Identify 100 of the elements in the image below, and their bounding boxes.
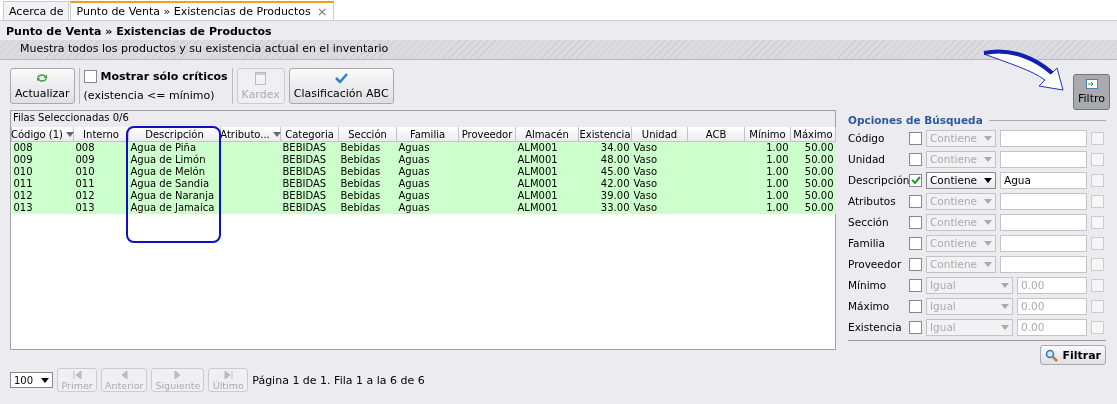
checkbox[interactable] xyxy=(909,299,922,313)
checkbox[interactable] xyxy=(1091,173,1104,187)
checkbox[interactable] xyxy=(1091,299,1104,313)
field-label: Mínimo xyxy=(848,279,888,291)
field-label: Atributos xyxy=(848,195,897,207)
table-cell: Vaso xyxy=(631,178,688,190)
dropdown-icon xyxy=(1001,282,1009,288)
checkbox[interactable] xyxy=(909,215,922,229)
table-cell: 012 xyxy=(73,190,129,202)
table-cell: Aguas xyxy=(396,178,459,190)
dropdown-icon xyxy=(984,219,992,225)
abc-classification-button[interactable]: Clasificación ABC xyxy=(288,68,394,104)
column-header[interactable]: Mínimo xyxy=(744,127,791,142)
checkbox[interactable] xyxy=(909,152,922,166)
table-cell: ALM001 xyxy=(515,166,579,178)
table-cell: Bebidas xyxy=(338,190,397,202)
column-header[interactable]: Proveedor xyxy=(458,127,516,142)
page-status: Página 1 de 1. Fila 1 a la 6 de 6 xyxy=(252,373,425,387)
filter-apply-button[interactable]: Filtrar xyxy=(1040,345,1106,365)
table-cell: 1.00 xyxy=(744,166,791,178)
table-cell: Aguas xyxy=(396,190,459,202)
dropdown-icon xyxy=(272,131,281,137)
column-header[interactable]: Máximo xyxy=(790,127,836,142)
search-icon xyxy=(1045,348,1059,362)
column-header[interactable]: Almacén xyxy=(515,127,579,142)
table-cell: 011 xyxy=(11,178,74,190)
checkbox[interactable] xyxy=(909,278,922,292)
checkbox[interactable] xyxy=(909,131,922,145)
table-cell: 1.00 xyxy=(744,190,791,202)
dropdown-icon xyxy=(984,198,992,204)
table-cell: 009 xyxy=(73,154,129,166)
column-header[interactable]: Existencia xyxy=(578,127,632,142)
checkbox[interactable] xyxy=(1091,257,1104,271)
table-cell: Vaso xyxy=(631,154,688,166)
table-cell: 010 xyxy=(11,166,74,178)
dropdown-icon xyxy=(984,156,992,162)
checkbox[interactable] xyxy=(83,70,97,83)
table-cell: 012 xyxy=(11,190,74,202)
value-field[interactable]: Agua xyxy=(1000,171,1087,189)
dropdown-icon xyxy=(66,131,75,137)
table-cell: Aguas xyxy=(396,166,459,178)
table-cell: Agua de Limón xyxy=(128,154,221,166)
table-cell: 1.00 xyxy=(744,178,791,190)
checkbox[interactable] xyxy=(1091,152,1104,166)
column-header[interactable]: Atributo... xyxy=(220,127,281,142)
column-header[interactable]: Sección xyxy=(338,127,397,142)
dropdown-icon xyxy=(984,240,992,246)
selection-count: Filas Seleccionadas 0/6 xyxy=(11,111,835,127)
page-subtitle: Muestra todos los productos y su existencia actual en el inventario xyxy=(0,40,1117,60)
field-label: Sección xyxy=(848,216,890,228)
checkbox[interactable] xyxy=(909,320,922,334)
checkbox[interactable] xyxy=(1091,131,1104,145)
refresh-icon xyxy=(35,72,50,84)
document-icon xyxy=(255,71,267,85)
column-header[interactable]: Unidad xyxy=(631,127,688,142)
table-cell: Vaso xyxy=(631,166,688,178)
column-header[interactable]: Código (1) xyxy=(11,127,74,142)
checkbox[interactable] xyxy=(909,173,922,187)
dropdown-icon xyxy=(984,261,992,267)
table-cell: 33.00 xyxy=(578,202,632,214)
table-cell: 010 xyxy=(73,166,129,178)
close-icon[interactable]: × xyxy=(316,4,328,19)
table-cell: 013 xyxy=(11,202,74,214)
column-header[interactable]: Familia xyxy=(396,127,459,142)
checkbox[interactable] xyxy=(909,257,922,271)
table-cell: Vaso xyxy=(631,190,688,202)
table-cell: BEBIDAS xyxy=(280,154,339,166)
table-cell: 50.00 xyxy=(790,202,836,214)
checkbox[interactable] xyxy=(909,194,922,208)
table-cell: Bebidas xyxy=(338,154,397,166)
checkbox[interactable] xyxy=(1091,194,1104,208)
checkmark-icon xyxy=(334,72,349,84)
column-header[interactable]: Interno xyxy=(73,127,129,142)
table-cell: Agua de Melón xyxy=(128,166,221,178)
filter-button[interactable]: Filtro xyxy=(1073,74,1110,110)
refresh-button[interactable]: Actualizar xyxy=(10,68,75,104)
field-label: Familia xyxy=(848,237,886,249)
table-cell: Bebidas xyxy=(338,202,397,214)
checkbox[interactable] xyxy=(1091,236,1104,250)
field-label: Máximo xyxy=(848,300,891,312)
table-cell: 50.00 xyxy=(790,190,836,202)
pager-icon xyxy=(72,369,82,380)
table-cell: Aguas xyxy=(396,154,459,166)
tab[interactable]: Punto de Venta » Existencias de Productos × xyxy=(70,1,334,20)
pager-icon xyxy=(173,369,183,380)
tab[interactable]: Acerca de xyxy=(3,1,70,20)
column-header[interactable]: Categoria xyxy=(280,127,339,142)
table-cell: Agua de Sandia xyxy=(128,178,221,190)
checkbox[interactable] xyxy=(1091,215,1104,229)
checkbox[interactable] xyxy=(1091,320,1104,334)
pager-icon xyxy=(223,369,233,380)
section-title: Opciones de Búsqueda xyxy=(848,114,983,126)
checkbox[interactable] xyxy=(909,236,922,250)
column-header[interactable]: ACB xyxy=(687,127,745,142)
table-cell: ALM001 xyxy=(515,178,579,190)
checkbox[interactable] xyxy=(1091,278,1104,292)
operator-dropdown[interactable]: Contiene xyxy=(926,171,996,189)
page-size-dropdown[interactable]: 100 xyxy=(10,372,54,388)
field-label: Unidad xyxy=(848,153,887,165)
table-cell: 013 xyxy=(73,202,129,214)
